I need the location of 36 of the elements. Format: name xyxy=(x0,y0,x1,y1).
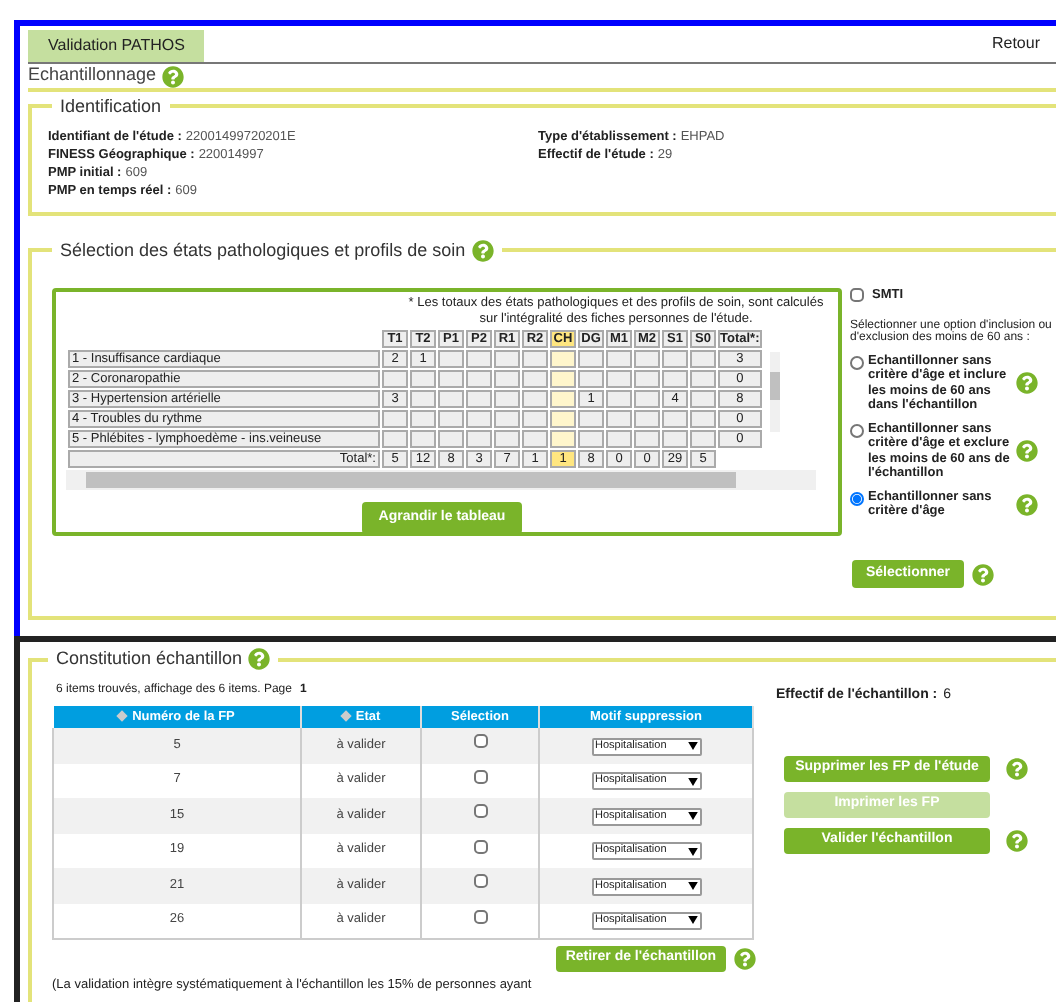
option-radio[interactable] xyxy=(850,355,864,369)
dropdown-arrow-icon xyxy=(687,847,697,855)
help-icon[interactable] xyxy=(1016,440,1038,462)
help-icon[interactable] xyxy=(248,648,271,670)
row-checkbox[interactable] xyxy=(473,909,487,924)
help-icon[interactable] xyxy=(1016,493,1038,515)
section-title: Identification xyxy=(52,96,170,118)
dropdown-arrow-icon xyxy=(687,777,697,785)
sort-icon xyxy=(116,709,128,721)
row-checkbox[interactable] xyxy=(473,769,487,784)
tab[interactable]: Validation PATHOS xyxy=(28,30,205,62)
help-icon[interactable] xyxy=(1006,830,1028,852)
row-checkbox[interactable] xyxy=(473,874,487,889)
smti-checkbox[interactable] xyxy=(850,288,864,303)
row-checkbox[interactable] xyxy=(473,804,487,819)
help-icon[interactable] xyxy=(1006,758,1028,780)
help-icon[interactable] xyxy=(162,65,185,87)
row-checkbox[interactable] xyxy=(473,839,487,854)
return-link[interactable]: Retour xyxy=(991,32,1040,56)
help-icon[interactable] xyxy=(1016,372,1038,394)
horizontal-scrollbar[interactable] xyxy=(66,470,816,490)
vertical-scrollbar[interactable] xyxy=(769,352,780,432)
option-radio[interactable] xyxy=(850,423,864,437)
sort-icon xyxy=(340,709,352,721)
page-title: Echantillonnage xyxy=(28,62,157,89)
option-radio[interactable] xyxy=(850,491,864,505)
dropdown-arrow-icon xyxy=(687,742,697,750)
row-checkbox[interactable] xyxy=(473,734,487,749)
help-icon[interactable] xyxy=(471,240,494,262)
help-icon[interactable] xyxy=(734,947,756,969)
section-title: Sélection des états pathologiques et profils de soin xyxy=(60,240,466,262)
dropdown-arrow-icon xyxy=(687,916,697,925)
section-title: Constitution échantillon xyxy=(56,648,243,670)
help-icon[interactable] xyxy=(972,563,995,585)
dropdown-arrow-icon xyxy=(687,882,697,890)
dropdown-arrow-icon xyxy=(687,812,697,820)
